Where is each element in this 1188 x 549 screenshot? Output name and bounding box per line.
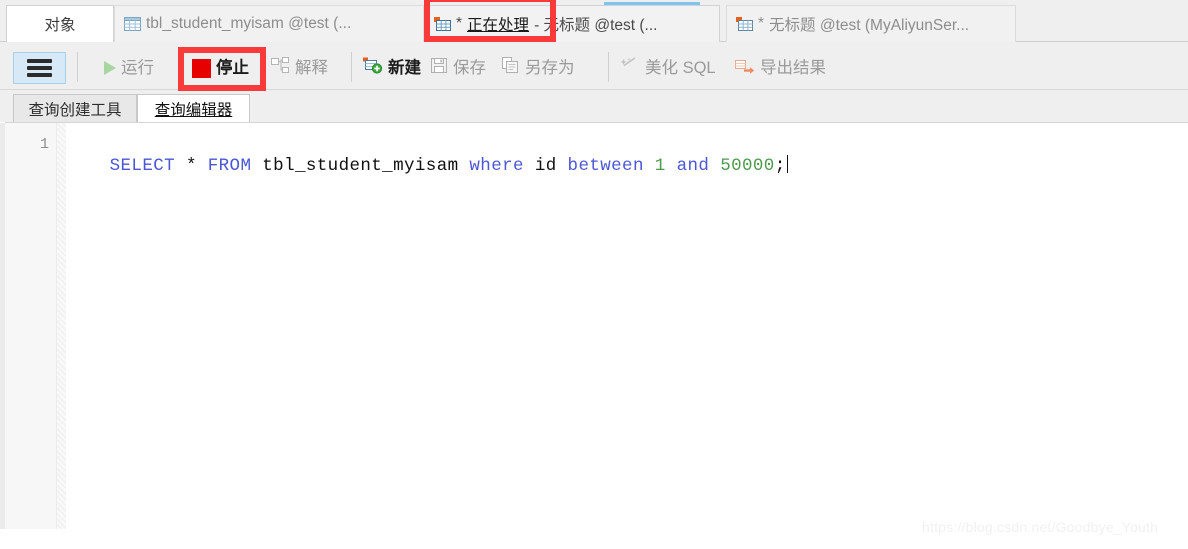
menu-button[interactable] [13, 52, 66, 84]
sql-token-identifier: id [534, 156, 557, 176]
sql-token-identifier: tbl_student_myisam [262, 156, 459, 176]
tab-untitled-label: 无标题 @test (MyAliyunSer... [769, 17, 970, 34]
stop-button-label: 停止 [216, 58, 249, 77]
new-query-button-label: 新建 [388, 58, 421, 77]
save-as-button[interactable]: 另存为 [502, 53, 575, 83]
tab-tbl-student-myisam[interactable]: tbl_student_myisam @test (... [114, 5, 424, 42]
sql-token-number: 1 [654, 156, 666, 176]
play-triangle-icon [104, 61, 116, 75]
tab-processing-query[interactable]: * 正在处理 - 无标题 @test (... [424, 5, 720, 42]
save-as-button-label: 另存为 [525, 58, 575, 77]
tab-processing-asterisk: * [456, 15, 463, 32]
hamburger-icon-bar [27, 73, 52, 77]
stop-square-icon [192, 58, 211, 78]
export-arrow-icon [735, 58, 755, 79]
tab-query-editor-label: 查询编辑器 [154, 101, 233, 119]
tab-tbl-student-myisam-label: tbl_student_myisam @test (... [146, 15, 352, 32]
save-as-icon [502, 57, 520, 79]
watermark-text: https://blog.csdn.net/Goodbye_Youth [922, 519, 1159, 535]
new-query-button[interactable]: 新建 [363, 53, 421, 83]
sql-token-keyword: and [676, 156, 710, 176]
tab-untitled-query[interactable]: * 无标题 @test (MyAliyunSer... [726, 5, 1016, 42]
sql-token-punct: ; [774, 156, 786, 176]
hamburger-icon-bar [27, 66, 52, 70]
tab-query-editor[interactable]: 查询编辑器 [137, 94, 250, 122]
line-number: 1 [39, 136, 49, 153]
sql-token-plain [175, 156, 186, 176]
query-editor-window: 对象 tbl_student_myisam @test (... * 正在处理 … [0, 0, 1188, 549]
beautify-sql-button-label: 美化 SQL [645, 58, 716, 77]
hamburger-icon-bar [27, 59, 52, 63]
tab-processing-status-label: 正在处理 [467, 17, 530, 34]
tab-processing-title-label: - 无标题 @test (... [534, 17, 658, 34]
toolbar-separator [77, 52, 78, 82]
floppy-save-icon [431, 57, 448, 79]
explain-button-label: 解释 [295, 58, 328, 77]
sql-token-plain [459, 156, 470, 176]
sql-token-keyword: where [469, 156, 524, 176]
sql-token-keyword: FROM [207, 156, 252, 176]
sql-token-number: 50000 [720, 156, 775, 176]
table-grid-icon [124, 17, 141, 31]
sql-token-plain [197, 156, 208, 176]
sql-code-line[interactable]: SELECT * FROM tbl_student_myisam where i… [66, 135, 788, 196]
editor-toolbar [0, 42, 1188, 90]
sql-token-keyword: SELECT [109, 156, 176, 176]
run-button-label: 运行 [121, 58, 154, 77]
beautify-sql-button[interactable]: 美化 SQL [620, 53, 716, 83]
query-table-icon [736, 17, 753, 31]
tab-untitled-asterisk: * [758, 15, 765, 32]
sql-token-punct: * [185, 156, 197, 176]
text-caret [786, 155, 788, 173]
save-button-label: 保存 [453, 58, 486, 77]
sql-token-plain [557, 156, 568, 176]
tab-query-builder[interactable]: 查询创建工具 [13, 94, 137, 122]
save-button[interactable]: 保存 [431, 53, 486, 83]
export-result-button[interactable]: 导出结果 [735, 53, 826, 83]
sql-tokens: SELECT * FROM tbl_student_myisam where i… [110, 156, 786, 176]
sql-token-plain [524, 156, 535, 176]
sql-token-plain [644, 156, 655, 176]
sql-token-plain [709, 156, 720, 176]
export-result-button-label: 导出结果 [760, 58, 826, 77]
tab-query-builder-label: 查询创建工具 [28, 101, 122, 119]
new-query-icon [363, 57, 383, 79]
sql-token-keyword: between [567, 156, 644, 176]
toolbar-separator [608, 52, 609, 82]
sql-token-plain [666, 156, 677, 176]
tab-object-label: 对象 [44, 17, 76, 34]
sql-token-plain [251, 156, 262, 176]
explain-button[interactable]: 解释 [271, 53, 328, 83]
toolbar-separator [351, 52, 352, 82]
editor-fold-strip [57, 123, 66, 529]
query-table-icon [434, 17, 451, 31]
tab-object-panel[interactable]: 对象 [6, 5, 114, 42]
explain-icon [271, 57, 290, 79]
sparkle-wand-icon [620, 57, 640, 79]
stop-button[interactable]: 停止 [192, 53, 249, 83]
editor-line-number-gutter [5, 123, 57, 529]
run-button[interactable]: 运行 [104, 53, 154, 83]
